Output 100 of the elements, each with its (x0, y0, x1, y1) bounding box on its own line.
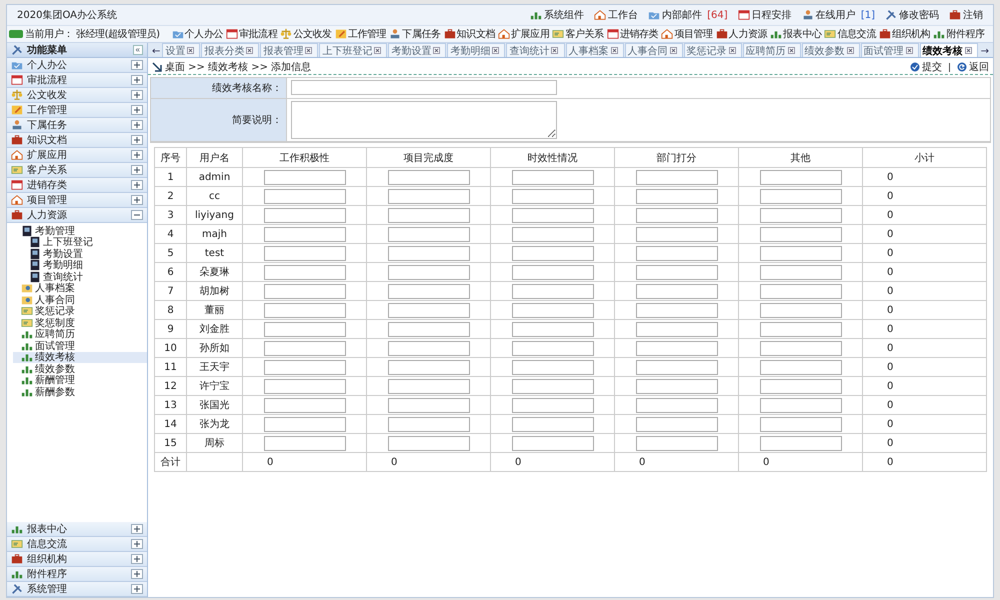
tree-item[interactable]: 奖惩记录 (13, 306, 147, 317)
score-input[interactable] (760, 264, 842, 280)
toolbar-item[interactable]: 审批流程 (226, 27, 278, 41)
close-icon[interactable] (964, 47, 972, 54)
tree-item[interactable]: 查询统计 (13, 271, 147, 282)
score-input[interactable] (636, 188, 718, 204)
score-input[interactable] (760, 284, 842, 298)
score-input[interactable] (760, 416, 842, 432)
header-link[interactable]: 内部邮件 [64] (648, 8, 728, 22)
score-input[interactable] (264, 188, 346, 204)
tree-item[interactable]: 上下班登记 (13, 236, 147, 248)
score-input[interactable] (512, 246, 594, 260)
tab[interactable]: 人事合同 (624, 43, 683, 57)
toolbar-item[interactable]: 个人办公 (172, 27, 223, 41)
menu-item[interactable]: 附件程序 (7, 567, 147, 582)
close-icon[interactable] (728, 47, 736, 54)
score-input[interactable] (264, 398, 346, 412)
header-link[interactable]: 在线用户 [1] (802, 8, 875, 22)
score-input[interactable] (636, 416, 718, 432)
score-input[interactable] (512, 398, 594, 412)
menu-item[interactable]: 信息交流 (7, 537, 147, 552)
score-input[interactable] (512, 208, 594, 222)
score-input[interactable] (760, 436, 842, 450)
menu-item[interactable]: 进销存类 (7, 178, 147, 193)
score-input[interactable] (388, 340, 470, 356)
score-input[interactable] (760, 302, 842, 318)
toolbar-item[interactable]: 知识文档 (444, 27, 496, 41)
score-input[interactable] (760, 226, 842, 242)
tree-item[interactable]: 绩效考核 (13, 352, 147, 363)
menu-item[interactable]: 个人办公 (7, 58, 147, 73)
tree-item[interactable]: 人事档案 (13, 282, 147, 294)
tab[interactable]: 绩效考核 (920, 43, 978, 57)
score-input[interactable] (264, 246, 346, 260)
back-link[interactable]: 返回 (957, 60, 989, 74)
close-icon[interactable] (551, 47, 558, 54)
expand-toggle[interactable] (131, 195, 143, 205)
score-input[interactable] (512, 436, 594, 450)
close-icon[interactable] (846, 47, 854, 54)
menu-item[interactable]: 知识文档 (7, 133, 147, 148)
expand-toggle[interactable] (131, 165, 143, 175)
score-input[interactable] (760, 246, 842, 260)
menu-item[interactable]: 系统管理 (7, 582, 147, 597)
score-input[interactable] (388, 208, 470, 222)
scroll-right-button[interactable]: → (978, 46, 991, 57)
score-input[interactable] (636, 436, 718, 450)
score-input[interactable] (636, 360, 718, 374)
close-icon[interactable] (433, 47, 440, 54)
score-input[interactable] (512, 416, 594, 432)
tab[interactable]: 奖惩记录 (684, 43, 742, 57)
score-input[interactable] (512, 340, 594, 356)
score-input[interactable] (264, 284, 346, 298)
expand-toggle[interactable] (131, 135, 143, 145)
score-input[interactable] (636, 208, 718, 222)
score-input[interactable] (264, 264, 346, 280)
score-input[interactable] (388, 246, 470, 260)
score-input[interactable] (636, 378, 718, 394)
toolbar-item[interactable]: 进销存类 (606, 27, 658, 41)
menu-item[interactable]: 审批流程 (7, 73, 147, 88)
close-icon[interactable] (788, 47, 795, 54)
menu-item[interactable]: 报表中心 (7, 522, 147, 537)
tab[interactable]: 设置 (162, 43, 200, 57)
tab[interactable]: 上下班登记 (319, 43, 388, 57)
expand-toggle[interactable] (131, 554, 143, 564)
tree-item[interactable]: 绩效参数 (13, 363, 147, 374)
score-input[interactable] (512, 322, 594, 336)
expand-toggle[interactable] (131, 90, 143, 100)
score-input[interactable] (636, 340, 718, 356)
tab[interactable]: 应聘简历 (742, 43, 801, 57)
score-input[interactable] (264, 226, 346, 242)
tree-item[interactable]: 人事合同 (13, 294, 147, 306)
score-input[interactable] (264, 436, 346, 450)
header-link[interactable]: 系统组件 (530, 8, 584, 22)
score-input[interactable] (264, 322, 346, 336)
tree-item[interactable]: 面试管理 (13, 340, 147, 352)
collapse-toggle[interactable] (131, 210, 143, 220)
tab[interactable]: 面试管理 (860, 43, 919, 57)
tab[interactable]: 报表管理 (260, 43, 318, 57)
score-input[interactable] (512, 188, 594, 204)
expand-toggle[interactable] (131, 569, 143, 579)
toolbar-item[interactable]: 工作管理 (334, 27, 386, 41)
toolbar-item[interactable]: 公文收发 (280, 27, 332, 41)
score-input[interactable] (760, 398, 842, 412)
score-input[interactable] (388, 416, 470, 432)
score-input[interactable] (264, 340, 346, 356)
score-input[interactable] (264, 302, 346, 318)
close-icon[interactable] (610, 47, 618, 54)
score-input[interactable] (264, 208, 346, 222)
name-field[interactable] (291, 80, 557, 95)
tab[interactable]: 绩效参数 (802, 43, 860, 57)
score-input[interactable] (760, 360, 842, 374)
score-input[interactable] (512, 378, 594, 394)
score-input[interactable] (388, 322, 470, 336)
toolbar-item[interactable]: 信息交流 (824, 27, 876, 41)
close-icon[interactable] (374, 47, 382, 54)
score-input[interactable] (512, 226, 594, 242)
menu-item[interactable]: 人力资源 (7, 208, 147, 223)
menu-item[interactable]: 公文收发 (7, 88, 147, 103)
score-input[interactable] (388, 226, 470, 242)
expand-toggle[interactable] (131, 120, 143, 130)
menu-item[interactable]: 项目管理 (7, 193, 147, 208)
